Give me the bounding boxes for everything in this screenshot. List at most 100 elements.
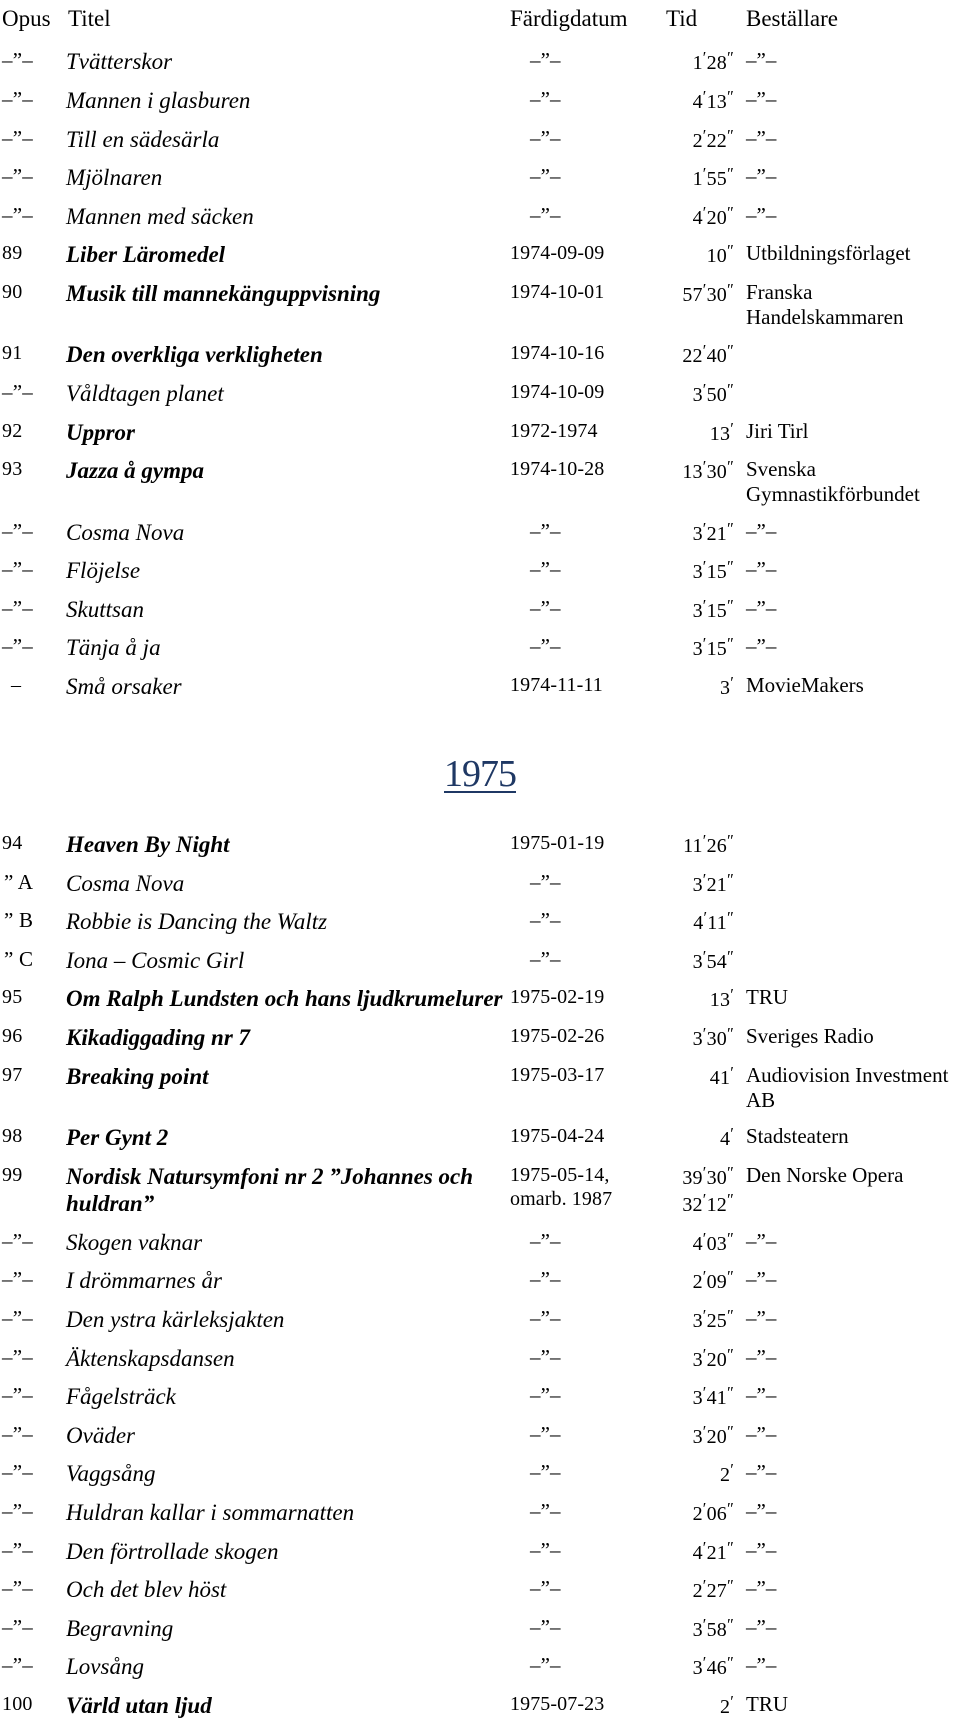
cell-fardigdatum: –”– bbox=[530, 164, 561, 189]
year-heading-1975[interactable]: 1975 bbox=[444, 752, 517, 798]
cell-bestallare: –”– bbox=[746, 1653, 777, 1678]
cell-opus: –”– bbox=[2, 1576, 33, 1601]
cell-bestallare: –”– bbox=[746, 595, 777, 620]
cell-bestallare: Jiri Tirl bbox=[746, 418, 809, 443]
cell-bestallare: –”– bbox=[746, 164, 777, 189]
cell-opus: 96 bbox=[2, 1025, 23, 1048]
cell-opus: –”– bbox=[2, 1228, 33, 1253]
cell-opus: ” C bbox=[4, 946, 34, 971]
cell-fardigdatum: 1974-10-16 bbox=[510, 342, 605, 365]
cell-tid: 3′15″ bbox=[692, 595, 734, 622]
cell-bestallare bbox=[740, 831, 960, 870]
table-row: –”– Tvätterskor –”– 1′28″ –”– bbox=[0, 48, 960, 87]
cell-tid: 4′ bbox=[720, 1124, 734, 1151]
cell-fardigdatum: –”– bbox=[530, 1537, 561, 1562]
table-row: –”– Fågelsträck –”– 3′41″ –”– bbox=[0, 1383, 960, 1422]
cell-titel: Nordisk Natursymfoni nr 2 ”Johannes och … bbox=[66, 1163, 474, 1217]
table-row: 100 Värld utan ljud 1975-07-23 2′ TRU bbox=[0, 1692, 960, 1731]
cell-titel: Och det blev höst bbox=[66, 1577, 227, 1603]
table-row: 95 Om Ralph Lundsten och hans ljudkrumelu… bbox=[0, 985, 960, 1024]
cell-titel: Heaven By Night bbox=[66, 832, 230, 858]
table-row: –”– Och det blev höst –”– 2′27″ –”– bbox=[0, 1576, 960, 1615]
table-row: –”– Mannen i glasburen –”– 4′13″ –”– bbox=[0, 87, 960, 126]
cell-opus: –”– bbox=[2, 379, 33, 404]
cell-titel: Tvätterskor bbox=[66, 49, 173, 75]
cell-tid: 2′ bbox=[720, 1460, 734, 1487]
cell-opus: – bbox=[11, 673, 22, 696]
cell-tid: 3′21″ bbox=[692, 518, 734, 545]
cell-fardigdatum: –”– bbox=[530, 1653, 561, 1678]
table-body: –”– Tvätterskor –”– 1′28″ –”– –”– Mannen i gla… bbox=[0, 48, 960, 1730]
cell-opus: –”– bbox=[2, 1498, 33, 1523]
cell-tid: 13′ bbox=[709, 418, 734, 445]
cell-tid: 2′ bbox=[720, 1691, 734, 1719]
cell-opus: –”– bbox=[2, 125, 33, 150]
cell-bestallare: –”– bbox=[746, 87, 777, 112]
cell-bestallare: –”– bbox=[746, 1614, 777, 1639]
cell-fardigdatum: 1975-03-17 bbox=[510, 1063, 605, 1086]
cell-titel: Den förtrollade skogen bbox=[66, 1538, 279, 1564]
cell-fardigdatum: –”– bbox=[530, 48, 561, 73]
cell-bestallare: –”– bbox=[746, 1498, 777, 1523]
table-row: –”– Den förtrollade skogen –”– 4′21″ –”– bbox=[0, 1538, 960, 1577]
cell-tid: 13′ bbox=[709, 985, 734, 1012]
cell-bestallare: TRU bbox=[746, 1691, 788, 1716]
cell-bestallare: Stadsteatern bbox=[746, 1124, 849, 1149]
cell-fardigdatum: –”– bbox=[530, 1460, 561, 1485]
cell-bestallare: –”– bbox=[746, 1306, 777, 1330]
table-row: 89 Liber Läromedel 1974-09-09 10″ Utbildning… bbox=[0, 241, 960, 280]
cell-titel: Skuttsan bbox=[66, 596, 144, 622]
cell-bestallare: Sveriges Radio bbox=[746, 1024, 874, 1049]
cell-titel: Breaking point bbox=[66, 1063, 209, 1089]
cell-opus: 98 bbox=[2, 1125, 23, 1148]
cell-bestallare: –”– bbox=[746, 1267, 777, 1292]
cell-titel: Robbie is Dancing the Waltz bbox=[66, 909, 328, 935]
cell-tid: 3′46″ bbox=[692, 1653, 734, 1680]
cell-fardigdatum: 1974-10-01 bbox=[510, 281, 605, 303]
cell-bestallare: Svenska Gymnastikförbundet bbox=[746, 457, 920, 507]
cell-fardigdatum: 1974-11-11 bbox=[510, 673, 603, 696]
cell-titel: Cosma Nova bbox=[66, 519, 185, 545]
cell-fardigdatum: 1975-01-19 bbox=[510, 832, 605, 855]
cell-titel: Liber Läromedel bbox=[66, 242, 226, 268]
cell-fardigdatum: –”– bbox=[530, 1344, 561, 1369]
table-row: 96 Kikadiggading nr 7 1975-02-26 3′30″ Sveri… bbox=[0, 1024, 960, 1063]
cell-opus: –”– bbox=[2, 48, 33, 73]
cell-titel: Jazza å gympa bbox=[66, 458, 204, 484]
cell-titel: Den ystra kärleksjakten bbox=[66, 1307, 285, 1332]
cell-tid: 3′41″ bbox=[692, 1383, 734, 1410]
table-row: –”– Skogen vaknar –”– 4′03″ –”– bbox=[0, 1229, 960, 1268]
table-row: –”– Till en sädesärla –”– 2′22″ –”– bbox=[0, 126, 960, 165]
column-header-fardigdatum: Färdigdatum bbox=[510, 6, 628, 31]
cell-opus: –”– bbox=[2, 164, 33, 189]
cell-tid: 22′40″ bbox=[682, 341, 734, 368]
cell-fardigdatum: –”– bbox=[530, 202, 561, 227]
cell-tid: 10″ bbox=[706, 241, 734, 268]
table-row: 90 Musik till mannekänguppvisning 1974-10-… bbox=[0, 280, 960, 341]
cell-fardigdatum: –”– bbox=[530, 1498, 561, 1523]
table-row: ” A Cosma Nova –”– 3′21″ bbox=[0, 870, 960, 909]
cell-opus: ” B bbox=[4, 908, 34, 933]
cell-fardigdatum: 1974-10-28 bbox=[510, 458, 605, 481]
cell-fardigdatum: 1975-07-23 bbox=[510, 1692, 605, 1715]
cell-tid: 3′50″ bbox=[692, 379, 734, 407]
cell-bestallare: Franska Handelskammaren bbox=[746, 280, 904, 330]
cell-opus: 93 bbox=[2, 458, 23, 481]
column-header-opus: Opus bbox=[2, 6, 51, 31]
table-row: –”– Äktenskapsdansen –”– 3′20″ –”– bbox=[0, 1345, 960, 1384]
cell-titel: Iona – Cosmic Girl bbox=[66, 947, 245, 973]
cell-bestallare: –”– bbox=[746, 1344, 777, 1369]
cell-bestallare: –”– bbox=[746, 202, 777, 227]
cell-fardigdatum: 1975-02-26 bbox=[510, 1025, 605, 1048]
cell-bestallare: Utbildningsförlaget bbox=[746, 241, 911, 266]
table-row: –”– Tänja å ja –”– 3′15″ –”– bbox=[0, 634, 960, 673]
document-page: Opus Titel Färdigdatum Tid Beställare –”… bbox=[0, 0, 960, 1731]
cell-opus: –”– bbox=[2, 87, 33, 112]
cell-fardigdatum: –”– bbox=[530, 518, 561, 543]
cell-bestallare: –”– bbox=[746, 1383, 777, 1408]
table-row: 99 Nordisk Natursymfoni nr 2 ”Johannes oc… bbox=[0, 1163, 960, 1229]
cell-titel: Vaggsång bbox=[66, 1461, 156, 1487]
cell-tid: 3′25″ bbox=[692, 1306, 734, 1333]
cell-opus: 97 bbox=[2, 1063, 23, 1086]
cell-fardigdatum: –”– bbox=[530, 1576, 561, 1601]
